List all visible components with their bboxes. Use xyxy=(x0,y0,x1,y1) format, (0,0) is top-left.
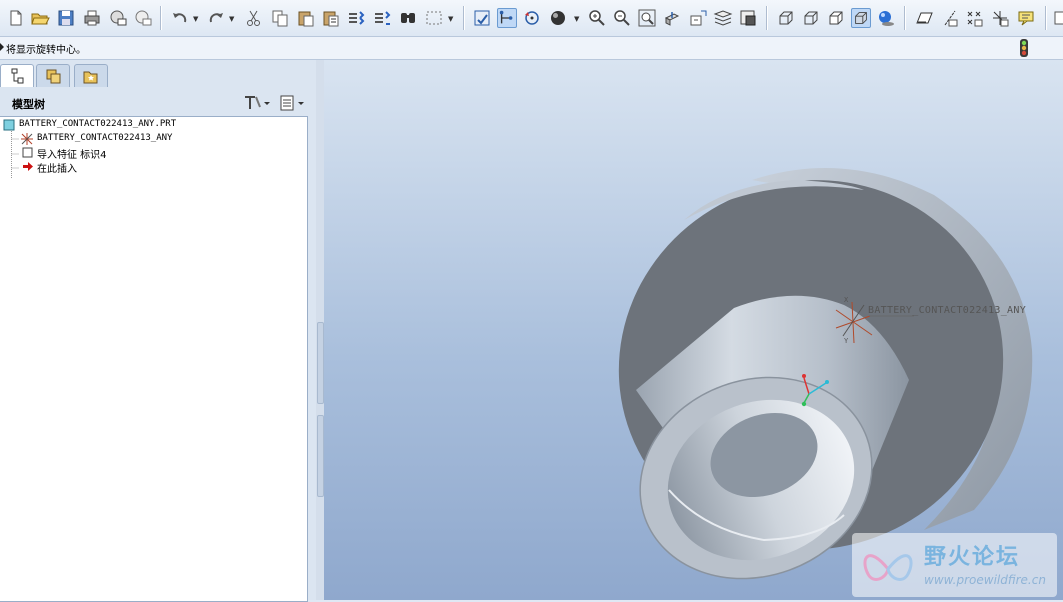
repaint-icon[interactable] xyxy=(472,8,492,28)
annotation-display-icon[interactable] xyxy=(1016,8,1036,28)
watermark-logo-icon xyxy=(863,554,913,581)
toolbar-overflow-icon[interactable] xyxy=(1052,8,1063,28)
paste-special-icon[interactable] xyxy=(321,8,341,28)
print-icon[interactable] xyxy=(82,8,102,28)
send-email-icon[interactable] xyxy=(108,8,128,28)
message-text: 将显示旋转中心。 xyxy=(6,45,86,56)
tree-item-insert-here[interactable]: 在此插入 xyxy=(37,160,77,175)
main-toolbar: ▼ ▼ ▼ ▼ xyxy=(0,0,1063,37)
redo-icon[interactable] xyxy=(206,8,226,28)
undo-dropdown-icon[interactable]: ▼ xyxy=(193,15,198,23)
select-box-icon[interactable] xyxy=(424,8,444,28)
find-icon[interactable] xyxy=(398,8,418,28)
watermark-url: www.proewildfire.cn xyxy=(924,573,1046,587)
new-file-icon[interactable] xyxy=(6,8,26,28)
csys-display-icon[interactable] xyxy=(990,8,1010,28)
splitter-grip-top[interactable] xyxy=(317,322,324,404)
plane-display-icon[interactable] xyxy=(914,8,934,28)
tab-folder-browser[interactable] xyxy=(36,64,70,87)
watermark: 野火论坛 www.proewildfire.cn xyxy=(852,533,1057,597)
orientation-mode-icon[interactable] xyxy=(522,8,542,28)
redo-dropdown-icon[interactable]: ▼ xyxy=(229,15,234,23)
enhanced-realism-icon[interactable] xyxy=(876,8,896,28)
part-icon xyxy=(3,119,15,131)
no-hidden-icon[interactable] xyxy=(826,8,846,28)
spin-center-icon[interactable] xyxy=(497,8,517,28)
tree-header: 模型树 xyxy=(0,90,310,116)
paste-icon[interactable] xyxy=(296,8,316,28)
layers-icon[interactable] xyxy=(713,8,733,28)
send-link-icon[interactable] xyxy=(133,8,153,28)
tree-settings-icon[interactable] xyxy=(242,93,272,113)
watermark-title: 野火论坛 xyxy=(924,545,1021,570)
panel-title: 模型树 xyxy=(12,98,45,111)
hidden-line-icon[interactable] xyxy=(801,8,821,28)
panel-splitter[interactable] xyxy=(316,60,324,600)
navigator-panel: 模型树 BATTERY_CONTACT022413_ANY.PRT BATTER… xyxy=(0,60,316,602)
tree-item-import-feature[interactable]: 导入特征 标识4 xyxy=(37,146,107,161)
status-light-icon xyxy=(1020,39,1028,57)
graphics-window[interactable]: X Y BATTERY_CONTACT022413_ANY 野火论坛 www.p… xyxy=(324,60,1063,600)
appearance-icon[interactable] xyxy=(738,8,758,28)
shading-icon[interactable] xyxy=(548,8,568,28)
part-model[interactable]: X Y xyxy=(324,60,1063,600)
zoom-out-icon[interactable] xyxy=(612,8,632,28)
tab-model-tree[interactable] xyxy=(0,64,34,87)
undo-icon[interactable] xyxy=(170,8,190,28)
point-display-icon[interactable] xyxy=(964,8,984,28)
axis-display-icon[interactable] xyxy=(940,8,960,28)
named-view-icon[interactable] xyxy=(662,8,682,28)
csys-icon xyxy=(21,133,33,145)
open-file-icon[interactable] xyxy=(30,8,50,28)
model-tree: BATTERY_CONTACT022413_ANY.PRT BATTERY_CO… xyxy=(0,116,308,602)
tree-root-part[interactable]: BATTERY_CONTACT022413_ANY.PRT xyxy=(19,119,176,129)
save-icon[interactable] xyxy=(56,8,76,28)
tree-item-csys[interactable]: BATTERY_CONTACT022413_ANY xyxy=(37,133,172,143)
regenerate-icon[interactable] xyxy=(346,8,366,28)
message-marker-icon xyxy=(0,43,4,51)
tree-show-icon[interactable] xyxy=(278,93,308,113)
select-dropdown-icon[interactable]: ▼ xyxy=(448,15,453,23)
refit-icon[interactable] xyxy=(637,8,657,28)
shading-dropdown-icon[interactable]: ▼ xyxy=(574,15,579,23)
insert-here-arrow-icon xyxy=(23,162,33,171)
zoom-in-icon[interactable] xyxy=(587,8,607,28)
wireframe-icon[interactable] xyxy=(776,8,796,28)
csys-label: BATTERY_CONTACT022413_ANY xyxy=(868,305,1027,316)
cut-icon[interactable] xyxy=(244,8,264,28)
import-feature-icon xyxy=(22,147,33,158)
copy-icon[interactable] xyxy=(270,8,290,28)
tab-favorites[interactable] xyxy=(74,64,108,87)
regenerate-manager-icon[interactable] xyxy=(372,8,392,28)
shaded-icon[interactable] xyxy=(851,8,871,28)
view-manager-icon[interactable] xyxy=(688,8,708,28)
splitter-grip-bottom[interactable] xyxy=(317,415,324,497)
message-bar: 将显示旋转中心。 xyxy=(0,37,1063,60)
